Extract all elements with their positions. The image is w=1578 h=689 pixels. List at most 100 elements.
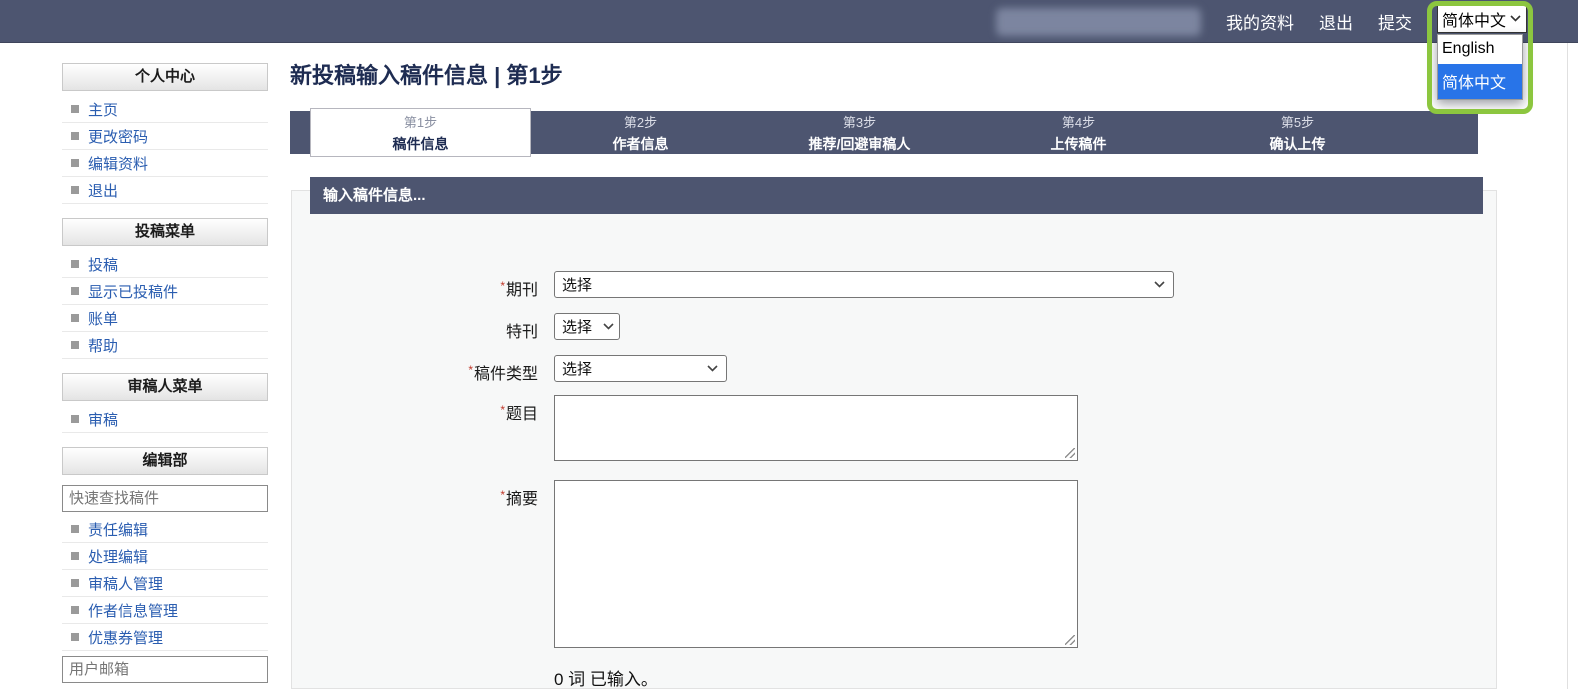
step-number: 第1步 [404, 112, 437, 131]
sidebar-item-submit-manuscript[interactable]: 投稿 [62, 251, 268, 278]
journal-select-value: 选择 [562, 274, 592, 295]
sidebar-item-author-info-management[interactable]: 作者信息管理 [62, 597, 268, 624]
chevron-down-icon [1154, 281, 1165, 288]
sidebar-item-review[interactable]: 审稿 [62, 406, 268, 433]
sidebar-item-label: 作者信息管理 [88, 600, 178, 621]
sidebar-item-label: 处理编辑 [88, 546, 148, 567]
square-bullet-icon [71, 341, 79, 349]
step-number: 第5步 [1281, 112, 1314, 131]
required-marker: * [500, 279, 505, 293]
chevron-down-icon [1510, 15, 1521, 22]
step-label: 上传稿件 [1051, 134, 1107, 154]
sidebar-item-label: 审稿 [88, 409, 118, 430]
sidebar-item-handling-editor[interactable]: 责任编辑 [62, 516, 268, 543]
sidebar-item-label: 显示已投稿件 [88, 281, 178, 302]
language-select[interactable]: 简体中文 [1437, 4, 1527, 33]
sidebar-item-help[interactable]: 帮助 [62, 332, 268, 359]
tab-step-1-manuscript-info[interactable]: 第1步 稿件信息 [310, 108, 531, 157]
square-bullet-icon [71, 132, 79, 140]
sidebar-item-label: 审稿人管理 [88, 573, 163, 594]
sidebar-item-label: 投稿 [88, 254, 118, 275]
square-bullet-icon [71, 159, 79, 167]
square-bullet-icon [71, 105, 79, 113]
step-number: 第2步 [624, 112, 657, 131]
sidebar-item-show-submitted[interactable]: 显示已投稿件 [62, 278, 268, 305]
page-title: 新投稿输入稿件信息 | 第1步 [290, 58, 563, 90]
special-issue-select[interactable]: 选择 [554, 313, 620, 340]
sidebar-item-label: 编辑资料 [88, 153, 148, 174]
step-number: 第3步 [843, 112, 876, 131]
sidebar-item-reviewer-management[interactable]: 审稿人管理 [62, 570, 268, 597]
journal-select[interactable]: 选择 [554, 271, 1174, 298]
chevron-down-icon [707, 365, 718, 372]
special-issue-label: 特刊 [406, 318, 538, 342]
language-select-wrap: 简体中文 English 简体中文 [1437, 4, 1527, 33]
sidebar-section-submission-menu: 投稿菜单 [62, 218, 268, 246]
step-label: 确认上传 [1270, 134, 1326, 154]
abstract-label: *摘要 [406, 485, 538, 509]
square-bullet-icon [71, 260, 79, 268]
abstract-textarea[interactable] [554, 480, 1078, 648]
step-label: 稿件信息 [393, 134, 449, 154]
square-bullet-icon [71, 314, 79, 322]
nav-my-profile[interactable]: 我的资料 [1226, 9, 1294, 34]
sidebar-item-label: 帮助 [88, 335, 118, 356]
square-bullet-icon [71, 525, 79, 533]
tab-step-4-upload[interactable]: 第4步 上传稿件 [969, 111, 1188, 154]
manuscript-type-select-value: 选择 [562, 358, 592, 379]
square-bullet-icon [71, 633, 79, 641]
wizard-step-bar: 第1步 稿件信息 第2步 作者信息 第3步 推荐/回避审稿人 第4步 上传稿件 … [290, 111, 1478, 154]
square-bullet-icon [71, 186, 79, 194]
sidebar-item-label: 责任编辑 [88, 519, 148, 540]
manuscript-type-label: *稿件类型 [406, 360, 538, 384]
sidebar-item-logout[interactable]: 退出 [62, 177, 268, 204]
user-email-input[interactable] [62, 656, 268, 683]
tab-step-2-author-info[interactable]: 第2步 作者信息 [531, 111, 750, 154]
sidebar-item-change-password[interactable]: 更改密码 [62, 123, 268, 150]
panel-title: 输入稿件信息... [310, 177, 1483, 214]
required-marker: * [468, 363, 473, 377]
app-window: 我的资料 退出 提交 简体中文 English 简体中文 个人中心 主页 更改密… [0, 0, 1578, 689]
sidebar-item-edit-profile[interactable]: 编辑资料 [62, 150, 268, 177]
title-label: *题目 [406, 400, 538, 424]
title-textarea[interactable] [554, 395, 1078, 461]
sidebar-item-coupon-management[interactable]: 优惠券管理 [62, 624, 268, 651]
nav-logout[interactable]: 退出 [1319, 9, 1353, 34]
topbar-nav: 我的资料 退出 提交 简体中文 English 简体中文 [996, 0, 1527, 43]
step-number: 第4步 [1062, 112, 1095, 131]
sidebar-section-editorial-office: 编辑部 [62, 447, 268, 475]
nav-submit[interactable]: 提交 [1378, 9, 1412, 34]
sidebar-item-label: 优惠券管理 [88, 627, 163, 648]
sidebar-item-label: 退出 [88, 180, 118, 201]
word-count-status: 0 词 已输入。 [554, 665, 658, 689]
tab-step-3-reviewers[interactable]: 第3步 推荐/回避审稿人 [750, 111, 969, 154]
required-marker: * [500, 488, 505, 502]
quick-find-manuscript-input[interactable] [62, 485, 268, 512]
redacted-username [996, 8, 1201, 36]
sidebar: 个人中心 主页 更改密码 编辑资料 退出 投稿菜单 投稿 显示已投稿件 [62, 63, 268, 687]
journal-label: *期刊 [406, 276, 538, 300]
sidebar-item-home[interactable]: 主页 [62, 96, 268, 123]
tab-step-5-confirm[interactable]: 第5步 确认上传 [1188, 111, 1407, 154]
sidebar-item-processing-editor[interactable]: 处理编辑 [62, 543, 268, 570]
square-bullet-icon [71, 606, 79, 614]
step-label: 作者信息 [613, 134, 669, 154]
square-bullet-icon [71, 552, 79, 560]
sidebar-section-reviewer-menu: 审稿人菜单 [62, 373, 268, 401]
chevron-down-icon [603, 323, 614, 330]
square-bullet-icon [71, 415, 79, 423]
sidebar-section-personal-center: 个人中心 [62, 63, 268, 91]
square-bullet-icon [71, 287, 79, 295]
language-option-chinese[interactable]: 简体中文 [1438, 64, 1522, 99]
sidebar-item-label: 主页 [88, 99, 118, 120]
special-issue-select-value: 选择 [562, 316, 592, 337]
page-right-edge [1567, 43, 1568, 689]
manuscript-type-select[interactable]: 选择 [554, 355, 727, 382]
sidebar-item-billing[interactable]: 账单 [62, 305, 268, 332]
language-dropdown: English 简体中文 [1437, 34, 1523, 100]
language-select-value: 简体中文 [1442, 7, 1506, 31]
language-option-english[interactable]: English [1438, 35, 1522, 64]
sidebar-item-label: 更改密码 [88, 126, 148, 147]
step-label: 推荐/回避审稿人 [809, 134, 911, 154]
square-bullet-icon [71, 579, 79, 587]
